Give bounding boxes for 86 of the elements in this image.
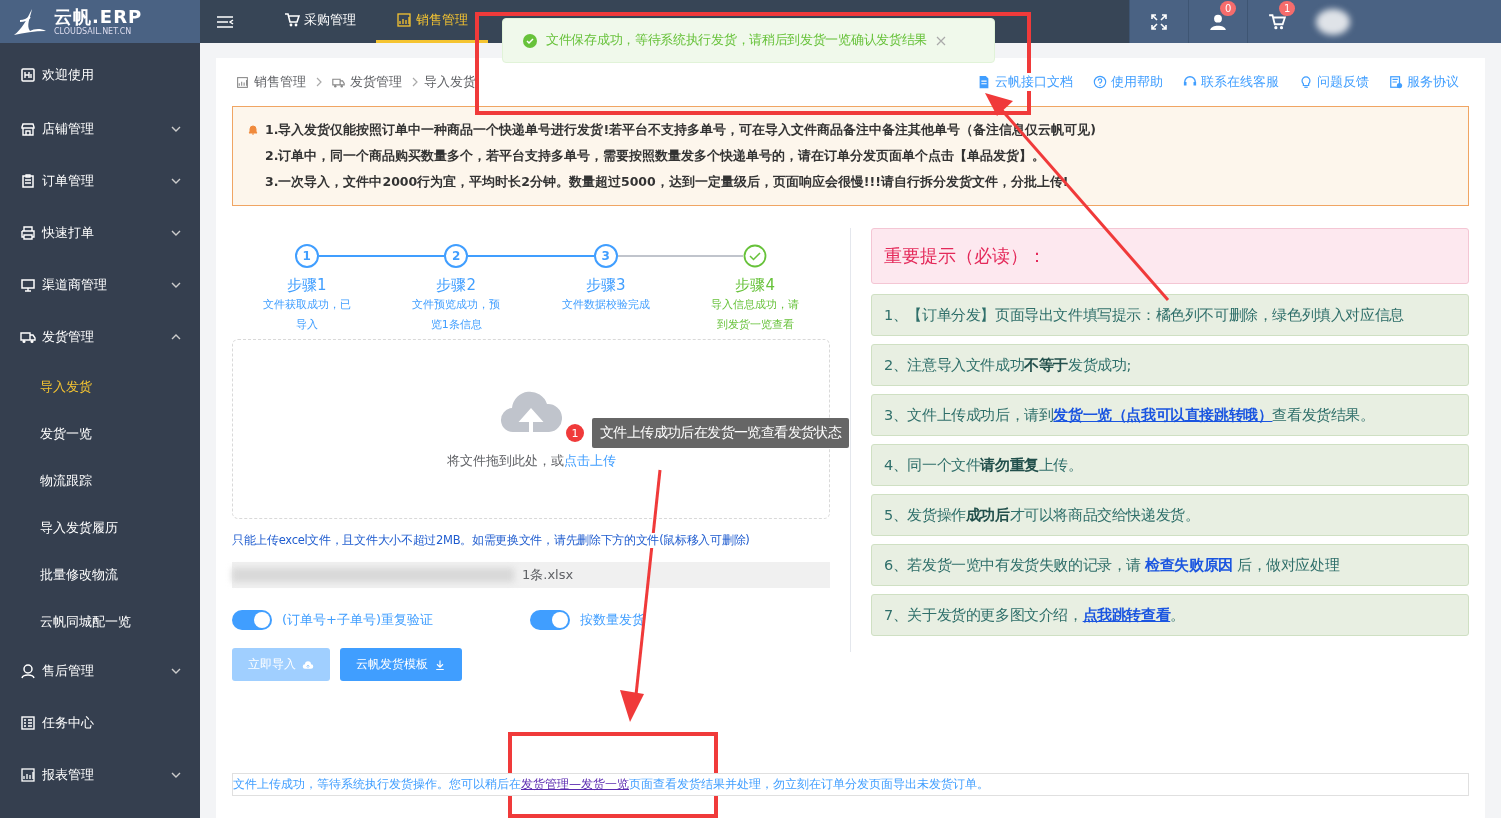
cart-icon — [1267, 12, 1287, 31]
status-link[interactable]: 发货管理—发货一览 — [521, 777, 629, 791]
tip-text: 2、注意导入文件成功不等于发货成功; — [884, 355, 1131, 375]
bell-icon — [247, 124, 259, 136]
sidebar-item[interactable]: 报表管理 — [0, 749, 200, 801]
chart-icon — [396, 12, 412, 28]
step-description: 文件获取成功，已导入 — [261, 297, 352, 333]
avatar[interactable] — [1316, 8, 1350, 35]
headset-icon — [1183, 75, 1197, 89]
file-name: 1条.xlsx — [522, 566, 574, 584]
logo-text: 云帆.ERP — [54, 6, 143, 27]
step-description: 文件预览成功，预览1条信息 — [411, 297, 502, 333]
step-number: 1 — [294, 244, 319, 268]
sidebar-item[interactable]: 渠道商管理 — [0, 259, 200, 311]
chart-icon — [236, 75, 249, 89]
breadcrumb-item[interactable]: 发货管理 — [350, 73, 402, 91]
step-title: 步骤1 — [286, 276, 327, 295]
tip-link[interactable]: 检查失败原因 — [1145, 556, 1233, 573]
nav-tab[interactable]: 销售管理 — [376, 0, 488, 43]
fullscreen-button[interactable] — [1129, 0, 1188, 43]
tooltip: 文件上传成功后在发货一览查看发货状态 — [592, 418, 850, 448]
sidebar-subitem[interactable]: 物流跟踪 — [0, 457, 200, 504]
help-icon — [1093, 75, 1107, 89]
sidebar-subitem[interactable]: 导入发货 — [0, 363, 200, 410]
sidebar-item[interactable]: 订单管理 — [0, 155, 200, 207]
notice-title: 重要提示（必读）： — [871, 228, 1469, 284]
cart-icon — [284, 12, 300, 28]
sidebar-subitem[interactable]: 发货一览 — [0, 410, 200, 457]
contract-icon — [1389, 75, 1403, 89]
sidebar-subitem[interactable]: 导入发货履历 — [0, 504, 200, 551]
toggle-switch[interactable] — [232, 610, 272, 630]
status-message: 文件上传成功，等待系统执行发货操作。您可以稍后在发货管理—发货一览页面查看发货结果并处理，勿立刻在订单分发页面导出未发货订单。 — [232, 773, 1469, 796]
tip-text: 1、【订单分发】页面导出文件填写提示：橘色列不可删除，绿色列填入对应信息 — [884, 305, 1404, 325]
hi-icon — [20, 67, 36, 83]
printer-icon — [20, 225, 36, 241]
step-title: 步骤4 — [735, 276, 775, 295]
tip-text: 6、若发货一览中有发货失败的记录，请 检查失败原因 后，做对应处理 — [884, 555, 1340, 575]
sidebar-item[interactable]: 欢迎使用 — [0, 47, 200, 103]
users-icon — [1208, 12, 1228, 31]
tip-link[interactable]: 点我跳转查看 — [1082, 606, 1171, 623]
sidebar-subitem[interactable]: 云帆同城配一览 — [0, 598, 200, 645]
chevron-right-icon — [411, 77, 419, 87]
step-title: 步骤3 — [585, 276, 626, 295]
chevron-right-icon — [315, 77, 323, 87]
menu-icon[interactable] — [216, 13, 234, 30]
step-number: 3 — [593, 244, 618, 268]
tip-text: 5、发货操作成功后才可以将商品交给快递发货。 — [884, 505, 1200, 525]
nav-tab[interactable]: 采购管理 — [264, 0, 376, 43]
fullscreen-icon — [1150, 12, 1168, 31]
toggle-switch[interactable] — [530, 610, 570, 630]
switch-label: (订单号+子单号)重复验证 — [282, 611, 434, 629]
clipboard-icon — [20, 173, 36, 189]
sidebar-item[interactable]: 发货管理 — [0, 311, 200, 363]
step-description: 文件数据校验完成 — [560, 297, 651, 313]
count-badge: 0 — [1220, 1, 1237, 16]
list-icon — [20, 715, 36, 731]
bulb-icon — [1299, 75, 1313, 89]
sidebar-item[interactable]: 售后管理 — [0, 645, 200, 697]
truck-icon — [20, 329, 36, 345]
upload-hint: 将文件拖到此处，或 — [446, 453, 564, 468]
person-icon — [20, 663, 36, 679]
sidebar-item[interactable]: 店铺管理 — [0, 103, 200, 155]
chart-icon — [20, 767, 36, 783]
monitor-icon — [20, 277, 36, 293]
tip-text: 4、同一个文件请勿重复上传。 — [884, 455, 1083, 475]
shop-icon — [20, 121, 36, 137]
count-badge: 1 — [1279, 1, 1296, 16]
sidebar-item[interactable]: 任务中心 — [0, 697, 200, 749]
file-item[interactable]: 1条.xlsx — [232, 562, 830, 588]
logo-subtitle: CLOUDSAIL.NET.CN — [54, 26, 133, 37]
download-icon — [434, 658, 446, 671]
warning-text: 2.订单中，同一个商品购买数量多个，若平台支持多单号，需要按照数量发多个快递单号的，请在订单分发页面单个点击【单品发货】。 — [265, 147, 1046, 165]
sidebar-subitem[interactable]: 批量修改物流 — [0, 551, 200, 598]
step-number: 2 — [444, 244, 469, 268]
toast-message: 文件保存成功，等待系统执行发货，请稍后到发货一览确认发货结果 — [546, 32, 927, 49]
doc-icon — [977, 75, 991, 89]
success-check-icon — [523, 33, 537, 48]
breadcrumb-item[interactable]: 销售管理 — [254, 73, 306, 91]
tip-link[interactable]: 发货一览（点我可以直接跳转哦） — [1053, 406, 1273, 423]
step-title: 步骤2 — [436, 276, 476, 295]
tip-text: 3、文件上传成功后，请到发货一览（点我可以直接跳转哦）查看发货结果。 — [884, 405, 1375, 425]
step-description: 导入信息成功，请到发货一览查看 — [710, 297, 801, 333]
breadcrumb-item[interactable]: 导入发货 — [424, 73, 476, 91]
cloud-icon — [302, 658, 314, 671]
tip-text: 7、关于发货的更多图文介绍，点我跳转查看。 — [884, 605, 1185, 625]
sidebar-item[interactable]: 快速打单 — [0, 207, 200, 259]
